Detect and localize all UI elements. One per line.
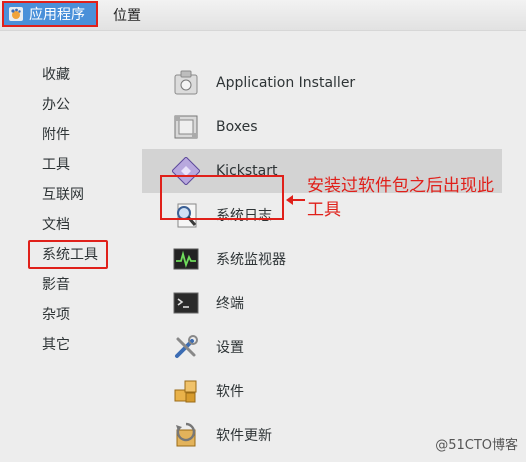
app-label: 终端 bbox=[216, 296, 244, 312]
application-list: Application Installer Boxes Kickstart 系统… bbox=[142, 61, 502, 457]
app-item-boxes[interactable]: Boxes bbox=[164, 105, 502, 149]
category-list: 收藏 办公 附件 工具 互联网 文档 系统工具 影音 杂项 其它 bbox=[42, 67, 98, 367]
gnome-foot-icon bbox=[9, 7, 23, 21]
system-monitor-icon bbox=[172, 245, 200, 273]
app-item-software[interactable]: 软件 bbox=[164, 369, 502, 413]
category-office[interactable]: 办公 bbox=[42, 97, 98, 127]
app-label: 软件 bbox=[216, 384, 244, 400]
menu-pointer bbox=[42, 53, 60, 62]
software-update-icon bbox=[172, 421, 200, 449]
app-label: 软件更新 bbox=[216, 428, 272, 444]
app-label: 系统监视器 bbox=[216, 252, 286, 268]
category-tools[interactable]: 工具 bbox=[42, 157, 98, 187]
terminal-icon bbox=[172, 289, 200, 317]
app-item-system-monitor[interactable]: 系统监视器 bbox=[164, 237, 502, 281]
app-label: Boxes bbox=[216, 119, 258, 135]
software-icon bbox=[172, 377, 200, 405]
category-sundry[interactable]: 杂项 bbox=[42, 307, 98, 337]
applications-menu-button[interactable]: 应用程序 bbox=[2, 1, 98, 27]
applications-menu-label: 应用程序 bbox=[29, 7, 85, 23]
places-menu[interactable]: 位置 bbox=[113, 5, 141, 25]
app-label: 设置 bbox=[216, 340, 244, 356]
app-label: Application Installer bbox=[216, 75, 356, 91]
category-accessories[interactable]: 附件 bbox=[42, 127, 98, 157]
app-item-terminal[interactable]: 终端 bbox=[164, 281, 502, 325]
app-item-application-installer[interactable]: Application Installer bbox=[164, 61, 502, 105]
category-other[interactable]: 其它 bbox=[42, 337, 98, 367]
kickstart-highlight-box bbox=[160, 175, 284, 220]
package-installer-icon bbox=[172, 69, 200, 97]
category-internet[interactable]: 互联网 bbox=[42, 187, 98, 217]
annotation-text: 安装过软件包之后出现此工具 bbox=[307, 176, 494, 220]
annotation-arrow-icon bbox=[286, 195, 305, 205]
settings-icon bbox=[172, 333, 200, 361]
app-item-settings[interactable]: 设置 bbox=[164, 325, 502, 369]
category-sound-video[interactable]: 影音 bbox=[42, 277, 98, 307]
watermark: @51CTO博客 bbox=[435, 438, 518, 453]
applications-dropdown: 收藏 办公 附件 工具 互联网 文档 系统工具 影音 杂项 其它 Applica… bbox=[0, 30, 526, 462]
top-panel: 应用程序 位置 bbox=[0, 0, 526, 31]
system-tools-highlight-box bbox=[28, 240, 108, 269]
boxes-icon bbox=[172, 113, 200, 141]
category-favorites[interactable]: 收藏 bbox=[42, 67, 98, 97]
